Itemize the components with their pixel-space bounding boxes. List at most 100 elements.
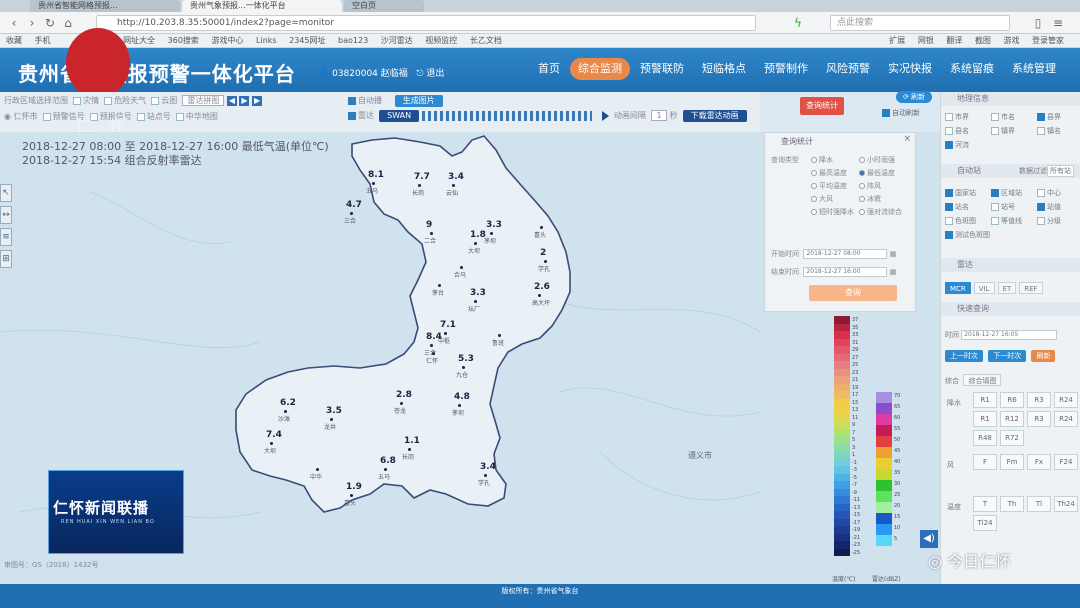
bookmark-item[interactable]: 沙河雷达 (381, 34, 413, 47)
query-type-option[interactable]: 降水 (811, 155, 833, 165)
quick-time-input[interactable]: 2018-12-27 16:05 (961, 330, 1058, 340)
generate-image-button[interactable]: 生成图片 (394, 95, 443, 107)
product-cell[interactable]: R48 (973, 430, 997, 446)
checkbox-icon[interactable] (1037, 189, 1045, 197)
close-icon[interactable]: × (903, 134, 911, 144)
bookmark-item[interactable]: 2345网址 (289, 34, 325, 47)
radio-icon[interactable] (811, 157, 817, 163)
station-dot[interactable] (474, 242, 477, 245)
bookmark-item[interactable]: 长乙文档 (470, 34, 502, 47)
product-cell[interactable]: R72 (1000, 430, 1024, 446)
query-type-option[interactable]: 平均温度 (811, 181, 847, 191)
station-dot[interactable] (270, 442, 273, 445)
product-cell[interactable]: Fx (1027, 454, 1051, 470)
station-dot[interactable] (474, 300, 477, 303)
radio-icon[interactable] (859, 157, 865, 163)
station-dot[interactable] (452, 184, 455, 187)
layer-toggle[interactable]: 县名 (945, 126, 969, 136)
refresh-button[interactable]: ⟳ 刷新 (896, 91, 932, 103)
layer-toggle[interactable]: 站值 (1037, 202, 1061, 212)
warning-signal-checkbox[interactable] (42, 112, 51, 121)
browser-tab-2[interactable]: 贵州气象预报...一体化平台 (182, 0, 342, 12)
disaster-checkbox[interactable] (73, 96, 82, 105)
radio-icon[interactable] (811, 170, 817, 176)
logout-icon[interactable]: ⎋ (416, 69, 423, 79)
station-dot[interactable] (372, 182, 375, 185)
station-dot[interactable] (284, 410, 287, 413)
radar-product-tab[interactable]: ET (997, 282, 1017, 294)
query-stats-button[interactable]: 查询统计 (800, 97, 844, 115)
auto-refresh-checkbox[interactable] (882, 109, 890, 117)
reload-icon[interactable]: ↻ (42, 15, 58, 31)
radio-icon[interactable] (811, 209, 817, 215)
product-cell[interactable]: Tl (1027, 496, 1051, 512)
checkbox-icon[interactable] (1037, 113, 1045, 121)
layer-toggle[interactable]: 县界 (1037, 112, 1061, 122)
radio-icon[interactable] (859, 196, 865, 202)
checkbox-icon[interactable] (1037, 127, 1045, 135)
station-dot[interactable] (400, 402, 403, 405)
station-dot[interactable] (430, 232, 433, 235)
layer-toggle[interactable]: 镇界 (991, 126, 1015, 136)
anim-speed-input[interactable]: 1 (651, 110, 668, 121)
nav-item[interactable]: 实况快报 (880, 58, 940, 80)
layer-toggle[interactable]: 市界 (945, 112, 969, 122)
radar-product-tab[interactable]: VIL (973, 282, 995, 294)
product-cell[interactable]: F (973, 454, 997, 470)
screenshot-button[interactable]: 截图 (975, 34, 991, 47)
layer-toggle[interactable]: 测试色斑图 (945, 230, 990, 240)
login-manager-button[interactable]: 登录管家 (1032, 34, 1064, 47)
url-input[interactable]: http://10.203.8.35:50001/index2?page=mon… (96, 15, 756, 31)
layer-toggle[interactable]: 河流 (945, 140, 969, 150)
checkbox-icon[interactable] (945, 127, 953, 135)
product-cell[interactable]: R1 (973, 392, 997, 408)
query-type-option[interactable]: 大风 (811, 194, 833, 204)
radio-icon[interactable] (859, 183, 865, 189)
nav-item[interactable]: 预警联防 (632, 58, 692, 80)
checkbox-icon[interactable] (1037, 217, 1045, 225)
checkbox-icon[interactable] (1037, 203, 1045, 211)
forward-icon[interactable]: › (24, 15, 40, 31)
product-cell[interactable]: R6 (1000, 392, 1024, 408)
layer-toggle[interactable]: 分级 (1037, 216, 1061, 226)
query-type-option[interactable]: 最低温度 (859, 168, 895, 178)
nav-item[interactable]: 系统留痕 (942, 58, 1002, 80)
station-dot[interactable] (350, 212, 353, 215)
nav-item[interactable]: 预警制作 (756, 58, 816, 80)
download-radar-animation-button[interactable]: 下载雷达动画 (682, 110, 747, 122)
checkbox-icon[interactable] (945, 231, 953, 239)
calendar-icon[interactable]: ▦ (890, 250, 897, 258)
layers-icon[interactable]: ≡ (0, 228, 12, 246)
radar-mosaic-select[interactable]: 雷达拼图 (182, 95, 225, 106)
checkbox-icon[interactable] (945, 113, 953, 121)
layer-toggle[interactable]: 国家站 (945, 188, 976, 198)
radio-icon[interactable] (811, 183, 817, 189)
layer-toggle[interactable]: 市名 (991, 112, 1015, 122)
auto-play-checkbox[interactable] (348, 96, 356, 105)
layer-toggle[interactable]: 等值线 (991, 216, 1022, 226)
cloud-checkbox[interactable] (151, 96, 160, 105)
checkbox-icon[interactable] (945, 203, 953, 211)
nav-item[interactable]: 首页 (530, 58, 568, 80)
product-cell[interactable]: R24 (1054, 411, 1078, 427)
checkbox-icon[interactable] (991, 203, 999, 211)
phone-icon[interactable]: ▯ (1030, 15, 1046, 31)
station-dot[interactable] (408, 448, 411, 451)
netbank-button[interactable]: 网银 (918, 34, 934, 47)
browser-tab-3[interactable]: 空白页 (344, 0, 424, 12)
measure-icon[interactable]: ⊞ (0, 250, 12, 268)
next-frame-icon[interactable]: ▶ (252, 96, 263, 106)
station-dot[interactable] (484, 474, 487, 477)
lightning-icon[interactable]: ϟ (790, 15, 806, 31)
station-dot[interactable] (458, 404, 461, 407)
nav-item[interactable]: 系统管理 (1004, 58, 1064, 80)
menu-icon[interactable]: ≡ (1050, 15, 1066, 31)
product-cell[interactable]: R24 (1054, 392, 1078, 408)
product-cell[interactable]: R12 (1000, 411, 1024, 427)
checkbox-icon[interactable] (945, 217, 953, 225)
station-dot[interactable] (350, 494, 353, 497)
bookmark-item[interactable]: 收藏 (6, 34, 22, 47)
station-dot[interactable] (460, 266, 463, 269)
extensions-button[interactable]: 扩展 (889, 34, 905, 47)
quick-refresh-button[interactable]: 刷新 (1031, 350, 1056, 362)
